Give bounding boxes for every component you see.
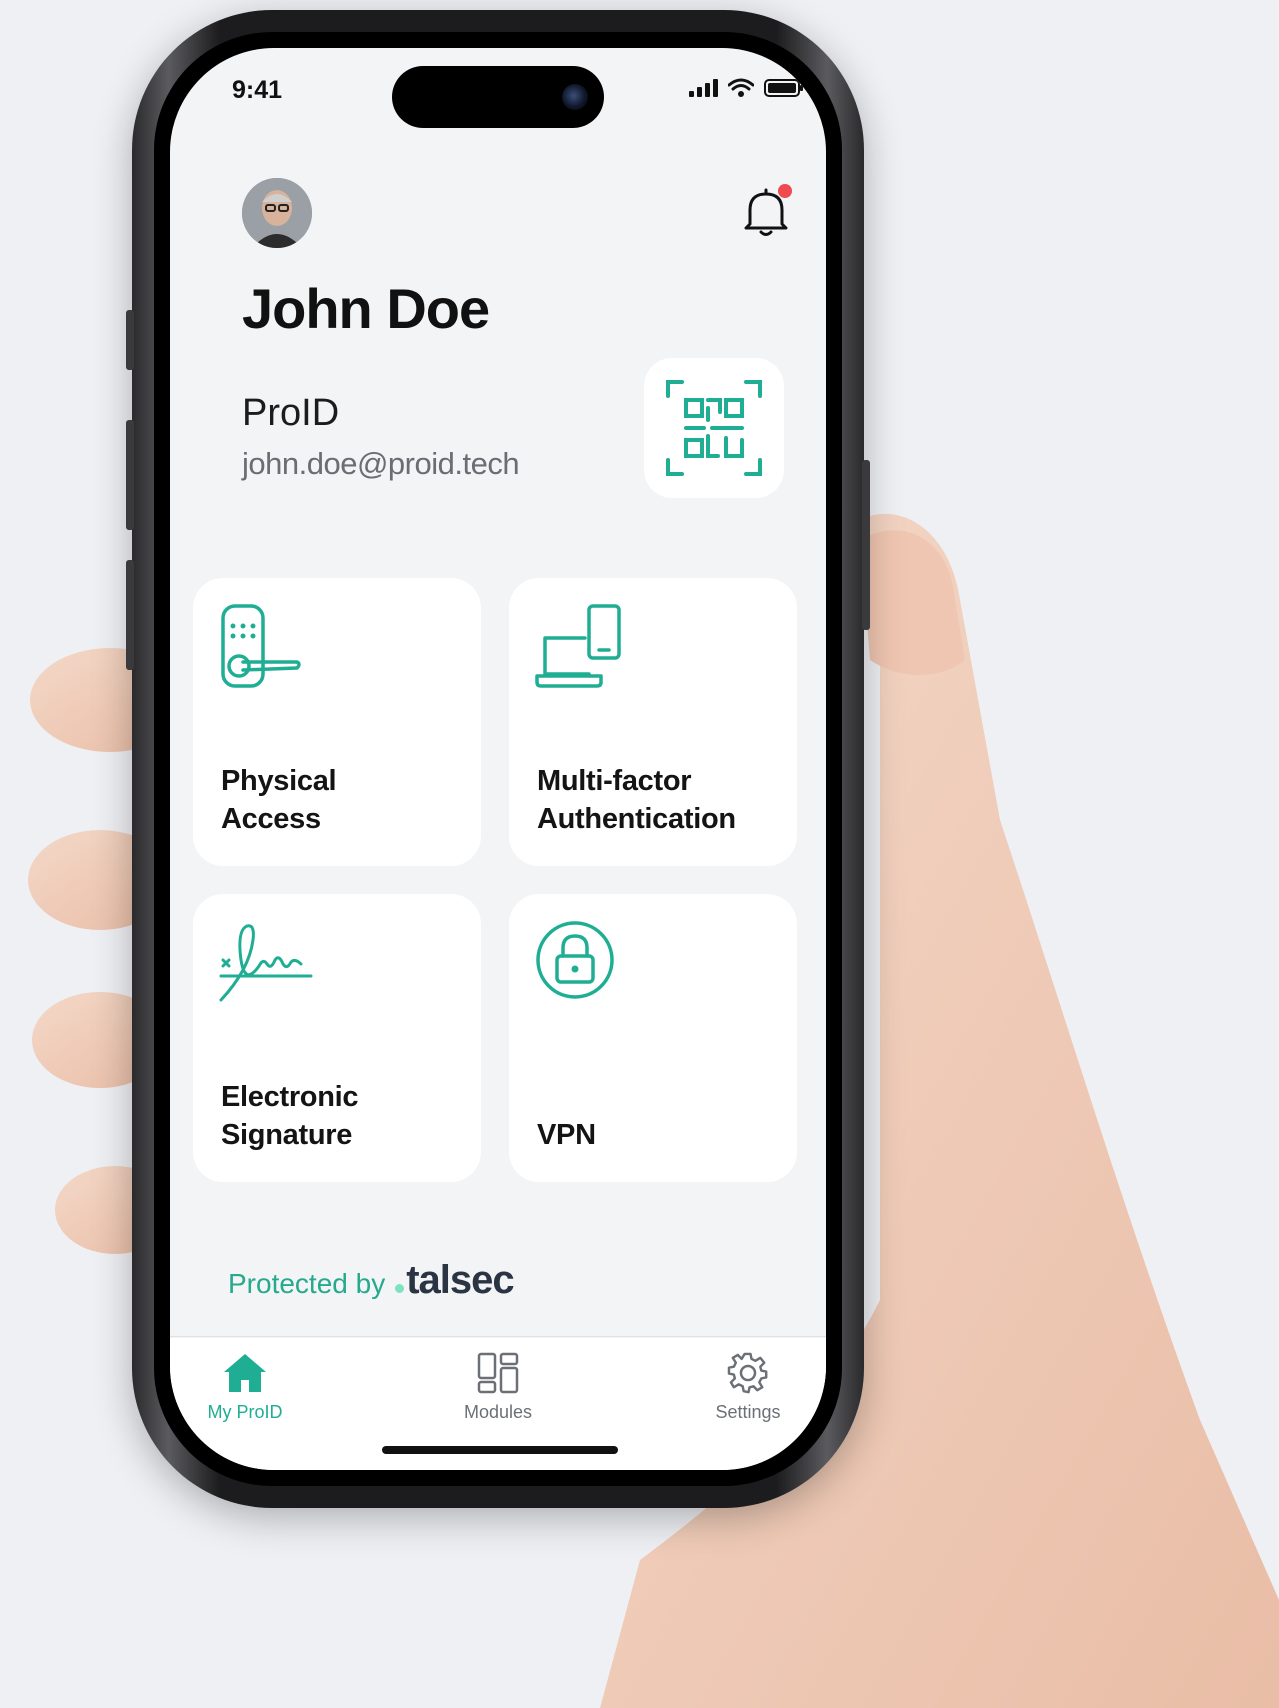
grid-icon bbox=[477, 1352, 519, 1394]
status-icons bbox=[689, 78, 804, 98]
module-card-physical-access[interactable]: Physical Access bbox=[193, 578, 481, 866]
protected-by-text: Protected by bbox=[228, 1268, 386, 1299]
module-label: Physical Access bbox=[221, 765, 337, 835]
module-label: VPN bbox=[537, 1119, 596, 1151]
module-label: Multi-factor Authentication bbox=[537, 765, 736, 835]
tab-modules[interactable]: Modules bbox=[423, 1352, 573, 1423]
volume-up-button bbox=[126, 420, 134, 530]
protected-by-footer: Protected by talsec bbox=[228, 1258, 515, 1303]
door-lock-icon bbox=[221, 604, 301, 688]
module-card-vpn[interactable]: VPN bbox=[509, 894, 797, 1182]
qr-code-button[interactable] bbox=[644, 358, 784, 498]
app-screen: 9:41 John Doe ProID john.doe@proid.tech … bbox=[170, 48, 826, 1470]
volume-down-button bbox=[126, 560, 134, 670]
power-button bbox=[862, 460, 870, 630]
notifications-button[interactable] bbox=[740, 184, 792, 240]
module-card-electronic-signature[interactable]: Electronic Signature bbox=[193, 894, 481, 1182]
tab-label: Settings bbox=[715, 1402, 781, 1422]
talsec-wordmark: talsec bbox=[406, 1258, 514, 1302]
gear-icon bbox=[727, 1352, 768, 1394]
user-name: John Doe bbox=[242, 277, 490, 340]
talsec-logo: talsec bbox=[395, 1258, 515, 1303]
talsec-dot bbox=[395, 1284, 405, 1293]
user-email: john.doe@proid.tech bbox=[242, 446, 520, 481]
tab-label: My ProID bbox=[207, 1402, 283, 1422]
signature-icon bbox=[219, 924, 313, 1002]
home-icon bbox=[224, 1354, 266, 1392]
phone-frame: 9:41 John Doe ProID john.doe@proid.tech … bbox=[126, 10, 870, 1508]
module-card-mfa[interactable]: Multi-factor Authentication bbox=[509, 578, 797, 866]
qr-code-icon bbox=[666, 380, 762, 476]
home-indicator bbox=[382, 1446, 618, 1454]
module-label: Electronic Signature bbox=[221, 1081, 359, 1151]
devices-icon bbox=[535, 604, 621, 688]
dynamic-island bbox=[392, 66, 604, 128]
signal-icon bbox=[689, 79, 718, 97]
wifi-icon bbox=[728, 78, 754, 97]
avatar-photo bbox=[242, 178, 312, 248]
lock-icon bbox=[536, 921, 614, 999]
tab-settings[interactable]: Settings bbox=[673, 1352, 823, 1423]
battery-icon bbox=[764, 79, 803, 97]
camera-icon bbox=[562, 84, 588, 110]
tab-label: Modules bbox=[463, 1402, 533, 1422]
status-time: 9:41 bbox=[232, 76, 283, 104]
notification-badge bbox=[778, 184, 792, 198]
avatar[interactable] bbox=[242, 178, 312, 248]
tab-my-proid[interactable]: My ProID bbox=[170, 1352, 320, 1423]
tab-bar-divider bbox=[170, 1336, 826, 1337]
brand-name: ProID bbox=[242, 392, 340, 434]
action-button bbox=[126, 310, 134, 370]
